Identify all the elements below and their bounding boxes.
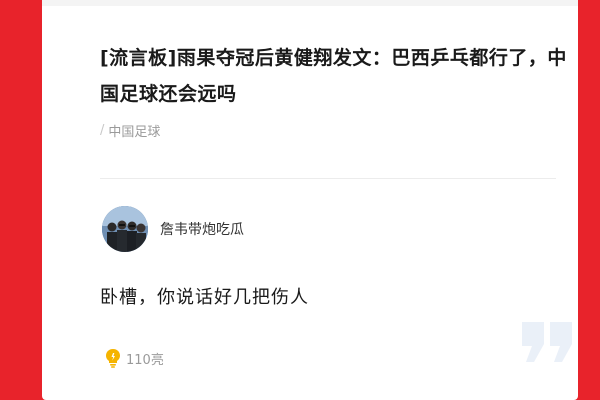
divider — [100, 178, 556, 179]
category-separator: / — [100, 123, 105, 138]
avatar-photo — [102, 206, 148, 252]
lightbulb-icon — [106, 349, 120, 368]
post-title[interactable]: [流言板]雨果夺冠后黄健翔发文：巴西乒乓都行了，中国足球还会远吗 — [100, 40, 570, 112]
like-count: 110亮 — [126, 352, 164, 368]
like-button[interactable]: 110亮 — [104, 348, 164, 368]
category-tag[interactable]: / 中国足球 — [100, 121, 160, 140]
quote-mark-icon — [522, 322, 572, 362]
category-label: 中国足球 — [108, 125, 161, 140]
comment-text: 卧槽，你说话好几把伤人 — [100, 287, 309, 308]
username[interactable]: 詹韦带炮吃瓜 — [160, 219, 244, 239]
post-card: [流言板]雨果夺冠后黄健翔发文：巴西乒乓都行了，中国足球还会远吗 / 中国足球 … — [42, 0, 578, 400]
avatar[interactable] — [102, 206, 148, 252]
